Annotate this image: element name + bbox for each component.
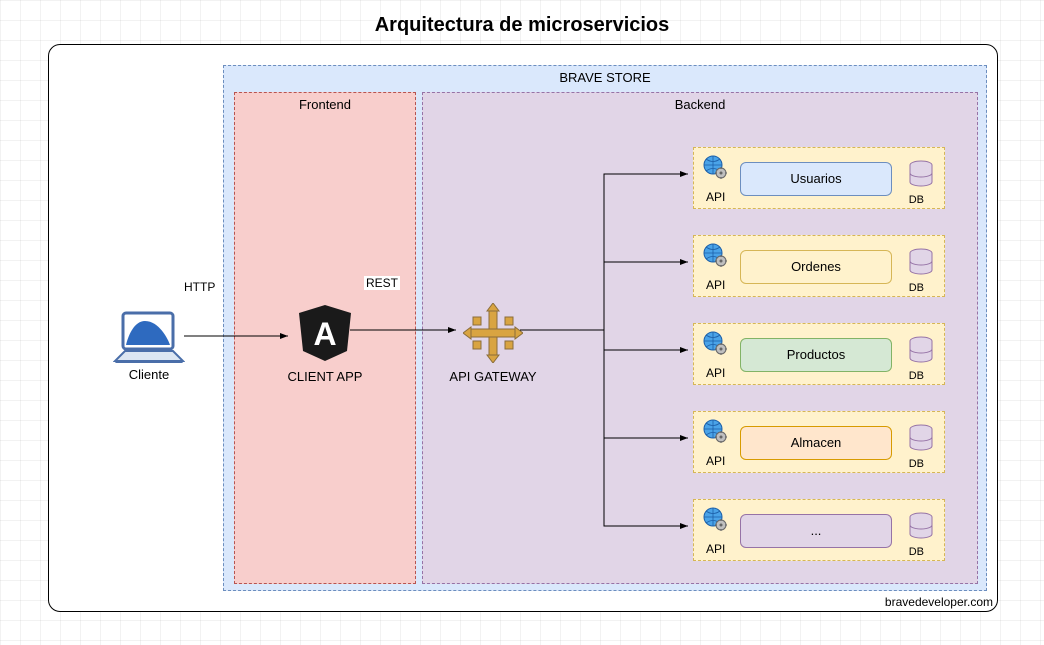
edge-rest-label: REST bbox=[364, 276, 400, 290]
brave-store-container: BRAVE STORE Frontend A CLIENT APP Backen… bbox=[223, 65, 987, 591]
database-icon bbox=[908, 160, 934, 191]
client-app-label: CLIENT APP bbox=[275, 369, 375, 384]
database-icon bbox=[908, 424, 934, 455]
service-card: API... DB bbox=[693, 499, 945, 561]
api-label: API bbox=[706, 190, 725, 204]
db-label: DB bbox=[909, 458, 924, 470]
laptop-icon bbox=[113, 311, 185, 368]
svg-text:A: A bbox=[313, 316, 336, 352]
globe-gear-icon bbox=[702, 506, 728, 535]
service-card: API Productos DB bbox=[693, 323, 945, 385]
api-label: API bbox=[706, 454, 725, 468]
diagram-canvas: Arquitectura de microservicios Cliente B… bbox=[0, 0, 1044, 645]
angular-icon: A bbox=[297, 303, 353, 366]
backend-container: Backend bbox=[422, 92, 978, 584]
db-label: DB bbox=[909, 282, 924, 294]
api-label: API bbox=[706, 278, 725, 292]
backend-label: Backend bbox=[423, 97, 977, 112]
database-icon bbox=[908, 248, 934, 279]
globe-gear-icon bbox=[702, 330, 728, 359]
db-label: DB bbox=[909, 194, 924, 206]
api-gateway-label: API GATEWAY bbox=[433, 369, 553, 384]
watermark: bravedeveloper.com bbox=[885, 595, 993, 609]
api-label: API bbox=[706, 366, 725, 380]
database-icon bbox=[908, 336, 934, 367]
service-chip: Almacen bbox=[740, 426, 892, 460]
service-card: API Usuarios DB bbox=[693, 147, 945, 209]
client-label: Cliente bbox=[109, 367, 189, 382]
service-card: API Ordenes DB bbox=[693, 235, 945, 297]
service-chip: ... bbox=[740, 514, 892, 548]
service-chip: Usuarios bbox=[740, 162, 892, 196]
diagram-title: Arquitectura de microservicios bbox=[0, 14, 1044, 37]
edge-http-label: HTTP bbox=[182, 280, 217, 294]
globe-gear-icon bbox=[702, 418, 728, 447]
globe-gear-icon bbox=[702, 242, 728, 271]
db-label: DB bbox=[909, 546, 924, 558]
api-label: API bbox=[706, 542, 725, 556]
db-label: DB bbox=[909, 370, 924, 382]
globe-gear-icon bbox=[702, 154, 728, 183]
frontend-container: Frontend A CLIENT APP bbox=[234, 92, 416, 584]
frontend-label: Frontend bbox=[235, 97, 415, 112]
database-icon bbox=[908, 512, 934, 543]
api-gateway-icon bbox=[463, 303, 523, 366]
brave-store-label: BRAVE STORE bbox=[224, 70, 986, 85]
outer-container: Cliente BRAVE STORE Frontend A CLIENT AP… bbox=[48, 44, 998, 612]
service-card: API Almacen DB bbox=[693, 411, 945, 473]
service-chip: Ordenes bbox=[740, 250, 892, 284]
service-chip: Productos bbox=[740, 338, 892, 372]
